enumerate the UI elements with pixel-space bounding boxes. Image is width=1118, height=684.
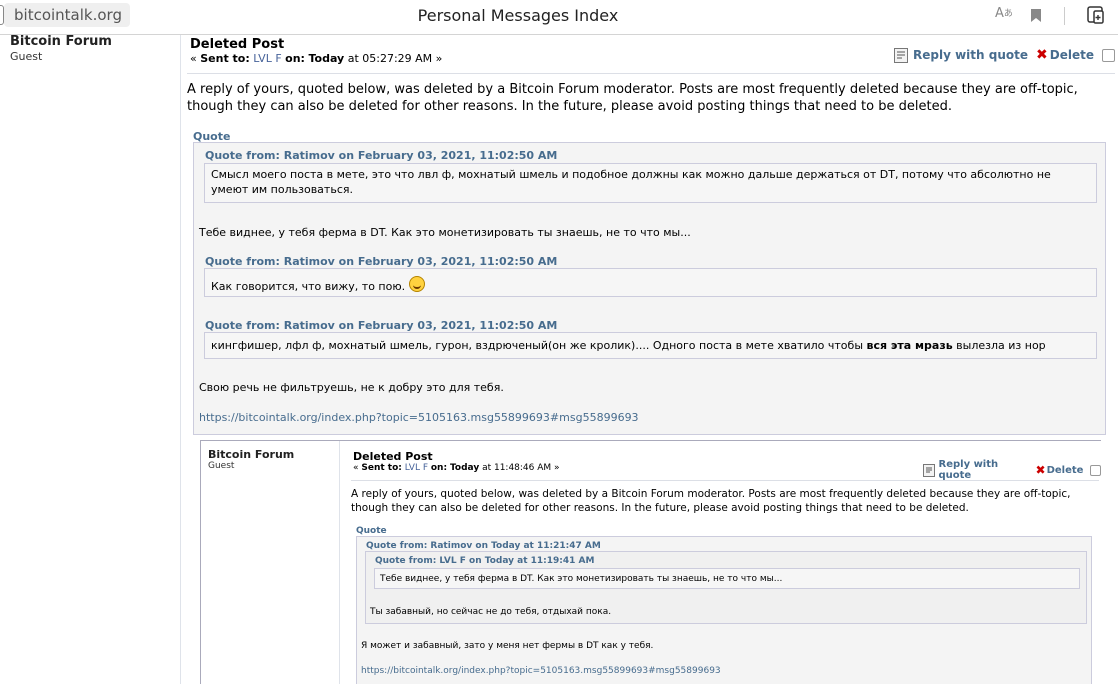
reply-quote-icon[interactable] xyxy=(923,463,935,477)
reply-with-quote-button[interactable]: Reply with quote xyxy=(913,48,1028,62)
message-actions: Reply with quote ✖ Delete xyxy=(894,47,1115,63)
poster-column xyxy=(0,35,181,684)
quote-text: Тебе виднее, у тебя ферма в DT. Как это … xyxy=(374,568,1080,589)
sender-group: Guest xyxy=(10,50,43,63)
nested-message-body: A reply of yours, quoted below, was dele… xyxy=(351,488,1071,514)
quote-header[interactable]: Quote from: Ratimov on February 03, 2021… xyxy=(205,149,557,162)
delete-icon[interactable]: ✖ xyxy=(1036,47,1048,63)
nested-delete-button[interactable]: Delete xyxy=(1047,465,1084,476)
message-body: A reply of yours, quoted below, was dele… xyxy=(187,82,1078,114)
delete-icon[interactable]: ✖ xyxy=(1036,463,1046,477)
reply-text: Тебе виднее, у тебя ферма в DT. Как это … xyxy=(199,226,691,239)
bookmark-icon[interactable] xyxy=(1030,8,1042,27)
toolbar-separator xyxy=(1064,7,1065,25)
reply-text: Я может и забавный, зато у меня нет ферм… xyxy=(361,641,654,651)
quote-header[interactable]: Quote from: LVL F on Today at 11:19:41 A… xyxy=(375,556,594,566)
collections-icon[interactable] xyxy=(1086,5,1106,29)
reply-text: Свою речь не фильтруешь, не к добру это … xyxy=(199,381,504,394)
divider xyxy=(187,73,1115,74)
reply-quote-icon[interactable] xyxy=(894,47,908,63)
quote-header[interactable]: Quote from: Ratimov on February 03, 2021… xyxy=(205,255,557,268)
delete-button[interactable]: Delete xyxy=(1050,48,1094,62)
sender-name[interactable]: Bitcoin Forum xyxy=(10,35,112,49)
nested-sent-line: « Sent to: LVL F on: Today at 11:48:46 A… xyxy=(353,463,560,473)
sent-line: « Sent to: LVL F on: Today at 05:27:29 A… xyxy=(190,52,443,65)
divider xyxy=(351,480,1099,481)
nested-message-title[interactable]: Deleted Post xyxy=(353,450,433,463)
quote-text: Как говорится, что вижу, то пою. xyxy=(204,268,1097,297)
pm-content: Bitcoin Forum Guest Deleted Post « Sent … xyxy=(0,35,1118,684)
nested-sender-name[interactable]: Bitcoin Forum xyxy=(208,448,294,461)
message-title[interactable]: Deleted Post xyxy=(190,37,284,52)
grin-smiley-icon xyxy=(408,276,425,292)
nested-select-checkbox[interactable] xyxy=(1090,464,1101,476)
select-checkbox[interactable] xyxy=(1101,48,1115,62)
quote-text: Ты забавный, но сейчас не до тебя, отдых… xyxy=(370,607,612,617)
quote-header[interactable]: Quote from: Ratimov on February 03, 2021… xyxy=(205,319,557,332)
nested-recipient-link[interactable]: LVL F xyxy=(405,463,428,473)
nested-sender-group: Guest xyxy=(208,461,235,471)
nested-message: Bitcoin Forum Guest Deleted Post « Sent … xyxy=(200,440,1101,684)
nested-quote-label[interactable]: Quote xyxy=(356,526,387,536)
browser-toolbar: bitcointalk.org Personal Messages Index … xyxy=(0,0,1118,35)
post-link[interactable]: https://bitcointalk.org/index.php?topic=… xyxy=(199,411,639,424)
quote-text: Смысл моего поста в мете, это что лвл ф,… xyxy=(204,163,1097,203)
nested-message-actions: Reply with quote ✖ Delete xyxy=(923,459,1101,481)
nested-reply-with-quote-button[interactable]: Reply with quote xyxy=(939,459,1030,481)
nested-post-link[interactable]: https://bitcointalk.org/index.php?topic=… xyxy=(361,666,721,676)
nested-poster-column xyxy=(201,441,340,684)
quote-header[interactable]: Quote from: Ratimov on Today at 11:21:47… xyxy=(366,541,601,551)
read-aloud-icon[interactable]: Aあ xyxy=(995,6,1013,21)
page-title: Personal Messages Index xyxy=(417,6,619,25)
recipient-link[interactable]: LVL F xyxy=(253,52,281,65)
quote-text: кингфишер, лфл ф, мохнатый шмель, гурон,… xyxy=(204,332,1097,359)
